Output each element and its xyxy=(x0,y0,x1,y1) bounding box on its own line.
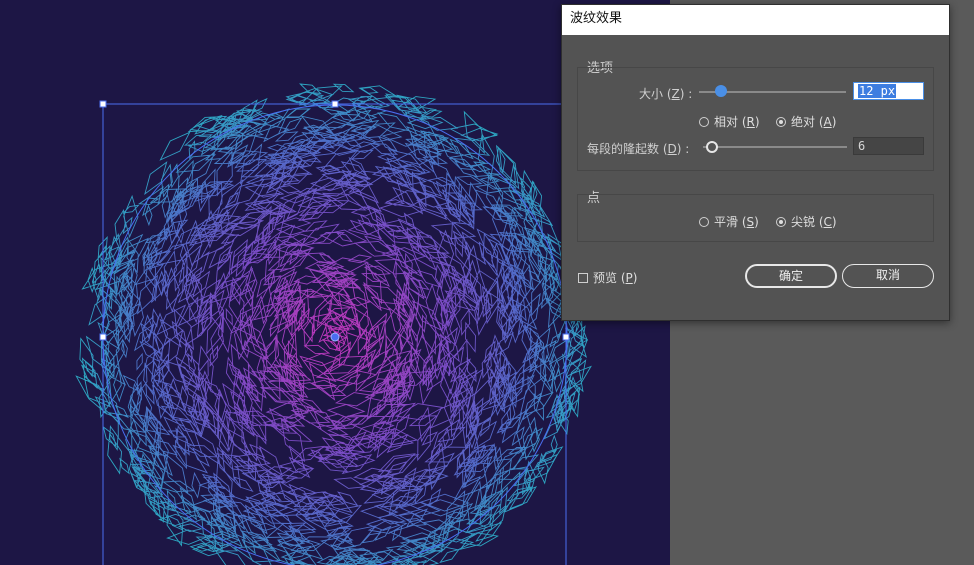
center-point-handle xyxy=(330,332,340,342)
ridges-slider-knob[interactable] xyxy=(706,141,718,153)
absolute-radio-circle[interactable] xyxy=(776,116,786,127)
absolute-radio-label: 绝对 (A) xyxy=(791,115,837,129)
ripple-strokes xyxy=(75,83,592,565)
smooth-radio-label: 平滑 (S) xyxy=(714,215,759,229)
preview-check-box[interactable] xyxy=(578,272,588,283)
relative-radio-label: 相对 (R) xyxy=(714,115,760,129)
smooth-radio[interactable]: 平滑 (S) xyxy=(699,213,759,230)
ok-button[interactable]: 确定 xyxy=(745,264,837,288)
size-input[interactable]: 12 px xyxy=(853,82,924,100)
ripple-effect-dialog: 波纹效果 选项 大小 (Z) : 12 px 相对 (R) 绝对 (A) 每段的… xyxy=(561,4,950,321)
resize-handle-top-left xyxy=(99,100,107,108)
corner-radio[interactable]: 尖锐 (C) xyxy=(776,213,837,230)
preview-checkbox[interactable]: 预览 (P) xyxy=(578,269,637,286)
ripple-stroke-path xyxy=(75,83,592,565)
resize-handle-left xyxy=(99,333,107,341)
relative-radio-circle[interactable] xyxy=(699,116,709,127)
preview-label: 预览 (P) xyxy=(593,271,638,285)
resize-handle-top xyxy=(331,100,339,108)
corner-radio-circle[interactable] xyxy=(776,216,786,227)
absolute-radio[interactable]: 绝对 (A) xyxy=(776,113,836,130)
size-label: 大小 (Z) : xyxy=(639,87,693,101)
smooth-radio-circle[interactable] xyxy=(699,216,709,227)
resize-handle-right xyxy=(562,333,570,341)
dialog-title[interactable]: 波纹效果 xyxy=(562,5,949,35)
cancel-button[interactable]: 取消 xyxy=(842,264,934,288)
ridges-slider-track[interactable] xyxy=(703,146,847,148)
size-slider-knob[interactable] xyxy=(715,85,727,97)
corner-radio-label: 尖锐 (C) xyxy=(791,215,837,229)
relative-radio[interactable]: 相对 (R) xyxy=(699,113,760,130)
ridges-input[interactable]: 6 xyxy=(853,137,924,155)
ridges-label: 每段的隆起数 (D) : xyxy=(587,142,690,156)
